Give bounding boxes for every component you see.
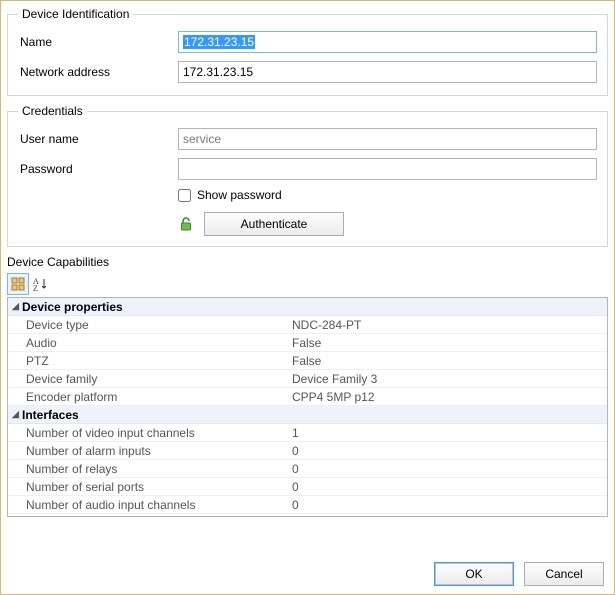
property-row[interactable]: Number of audio input channels0 xyxy=(8,496,607,514)
property-key: Device type xyxy=(8,316,288,333)
property-key: Number of serial ports xyxy=(8,478,288,495)
categorized-icon xyxy=(11,277,25,291)
property-value: False xyxy=(288,334,607,351)
property-value: 0 xyxy=(288,442,607,459)
show-password-label: Show password xyxy=(197,188,282,202)
property-key: Number of video input channels xyxy=(8,424,288,441)
device-identification-legend: Device Identification xyxy=(18,7,133,21)
property-value: False xyxy=(288,352,607,369)
show-password-checkbox[interactable] xyxy=(178,189,191,202)
collapse-arrow-icon: ◢ xyxy=(12,301,22,312)
authenticate-button[interactable]: Authenticate xyxy=(204,212,344,236)
property-key: Number of relays xyxy=(8,460,288,477)
cancel-button[interactable]: Cancel xyxy=(524,562,604,586)
property-row[interactable]: Number of relays0 xyxy=(8,460,607,478)
property-row[interactable]: Number of video input channels1 xyxy=(8,424,607,442)
property-key: Number of alarm inputs xyxy=(8,442,288,459)
property-row[interactable]: Number of serial ports0 xyxy=(8,478,607,496)
property-key: Number of audio input channels xyxy=(8,496,288,513)
property-category-name: Interfaces xyxy=(22,408,79,422)
property-value: NDC-284-PT xyxy=(288,316,607,333)
property-value: 0 xyxy=(288,460,607,477)
property-row[interactable]: Encoder platformCPP4 5MP p12 xyxy=(8,388,607,406)
property-value: 1 xyxy=(288,424,607,441)
network-address-label: Network address xyxy=(18,65,178,79)
svg-text:Z: Z xyxy=(33,284,38,292)
property-category-header[interactable]: ◢Device properties xyxy=(8,298,607,316)
credentials-group: Credentials User name Password Show pass… xyxy=(7,104,608,247)
property-category-name: Device properties xyxy=(22,300,123,314)
ok-button[interactable]: OK xyxy=(434,562,514,586)
credentials-legend: Credentials xyxy=(18,104,87,118)
device-capabilities-section: Device Capabilities A Z ◢Device properti… xyxy=(7,255,608,517)
property-row[interactable]: Device typeNDC-284-PT xyxy=(8,316,607,334)
password-input[interactable] xyxy=(178,158,597,180)
username-input xyxy=(178,128,597,150)
alphabetical-view-button[interactable]: A Z xyxy=(31,273,53,295)
device-capabilities-label: Device Capabilities xyxy=(7,255,608,269)
property-row[interactable]: AudioFalse xyxy=(8,334,607,352)
categorized-view-button[interactable] xyxy=(7,273,29,295)
device-identification-group: Device Identification Name 172.31.23.15 … xyxy=(7,7,608,96)
username-label: User name xyxy=(18,132,178,146)
alphabetical-icon: A Z xyxy=(33,276,51,292)
dialog-button-bar: OK Cancel xyxy=(434,562,604,586)
property-value: CPP4 5MP p12 xyxy=(288,388,607,405)
property-key: Audio xyxy=(8,334,288,351)
name-input[interactable]: 172.31.23.15 xyxy=(178,31,597,53)
property-key: PTZ xyxy=(8,352,288,369)
property-value: 0 xyxy=(288,496,607,513)
password-label: Password xyxy=(18,162,178,176)
property-row[interactable]: Device familyDevice Family 3 xyxy=(8,370,607,388)
property-grid[interactable]: ◢Device propertiesDevice typeNDC-284-PTA… xyxy=(7,297,608,517)
property-key: Device family xyxy=(8,370,288,387)
property-value: 0 xyxy=(288,478,607,495)
property-category-header[interactable]: ◢Interfaces xyxy=(8,406,607,424)
name-label: Name xyxy=(18,35,178,49)
network-address-input[interactable] xyxy=(178,61,597,83)
property-value: Device Family 3 xyxy=(288,370,607,387)
property-grid-toolbar: A Z xyxy=(7,273,608,295)
property-row[interactable]: Number of alarm inputs0 xyxy=(8,442,607,460)
property-key: Encoder platform xyxy=(8,388,288,405)
property-row[interactable]: PTZFalse xyxy=(8,352,607,370)
unlock-icon xyxy=(178,216,194,232)
collapse-arrow-icon: ◢ xyxy=(12,409,22,420)
